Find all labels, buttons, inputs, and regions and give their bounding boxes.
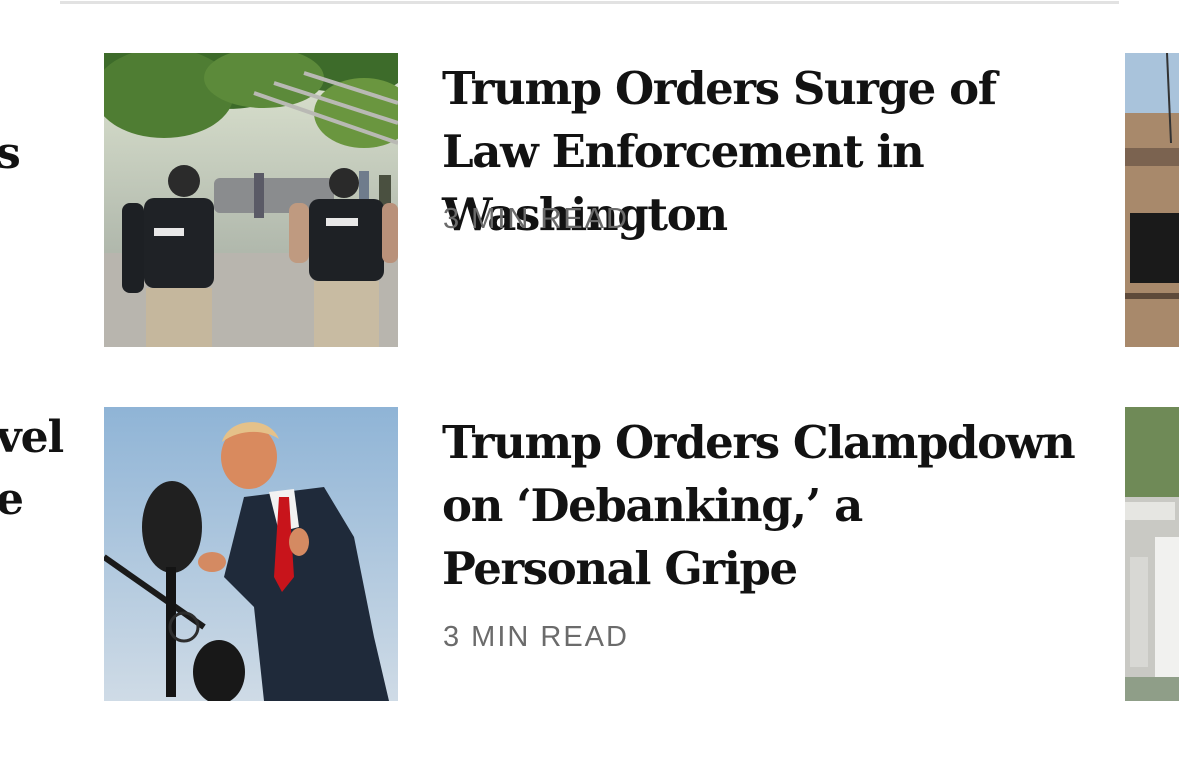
article-thumbnail[interactable]: [104, 53, 398, 347]
trump-photo: [104, 407, 398, 701]
article-headline[interactable]: Trump Orders Clampdown on ‘Debanking,’ a…: [442, 411, 1082, 600]
police-photo: [104, 53, 398, 347]
article-thumbnail[interactable]: [104, 407, 398, 701]
read-time-label: 3 MIN READ: [443, 203, 629, 235]
next-column-thumbnail[interactable]: [1125, 53, 1179, 347]
building-photo: [1125, 53, 1179, 347]
read-time-label: 3 MIN READ: [443, 621, 629, 653]
article-card[interactable]: Trump Orders Clampdown on ‘Debanking,’ a…: [104, 407, 1084, 701]
article-card[interactable]: Trump Orders Surge of Law Enforcement in…: [104, 53, 1084, 347]
prev-column-fragment[interactable]: e: [0, 474, 24, 525]
section-divider: [60, 1, 1119, 4]
prev-column-fragment[interactable]: vel: [0, 412, 64, 463]
prev-column-fragment[interactable]: s: [0, 128, 21, 179]
next-column-thumbnail[interactable]: [1125, 407, 1179, 701]
aerial-photo: [1125, 407, 1179, 701]
